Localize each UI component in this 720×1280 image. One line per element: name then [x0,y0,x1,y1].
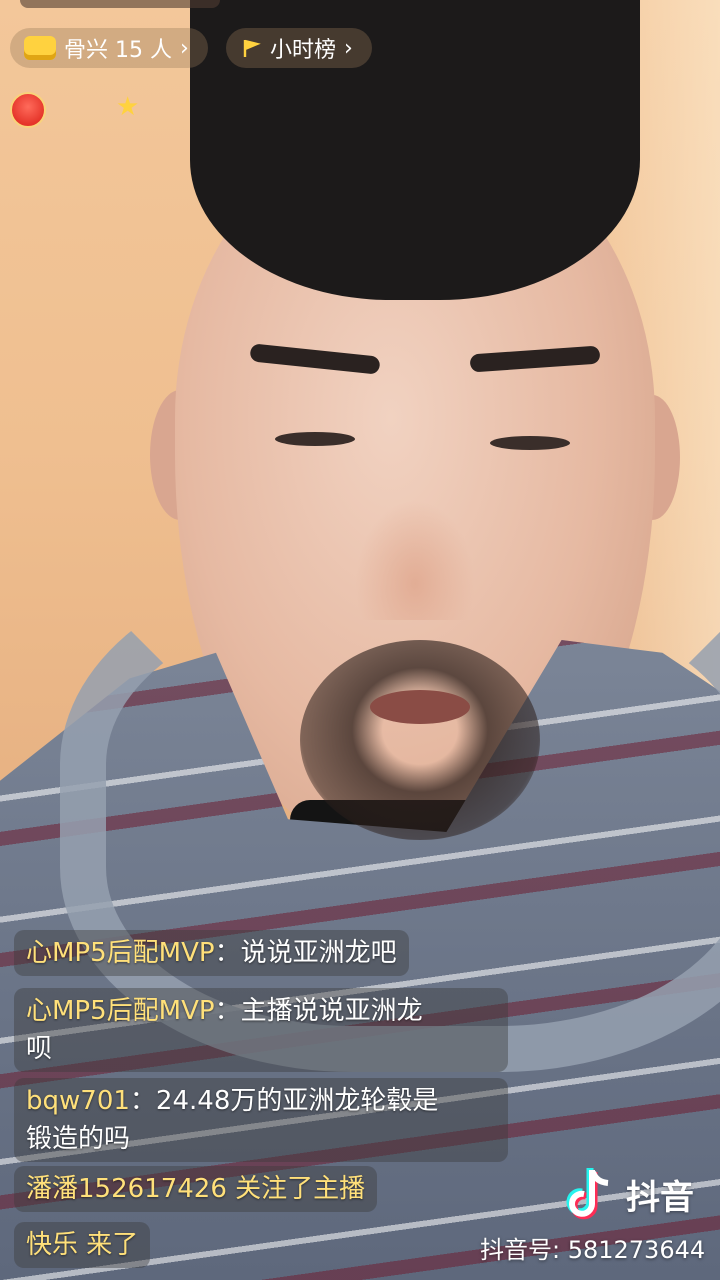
hour-rank-pill[interactable]: 小时榜 › [226,28,372,68]
streamer-eye-right [490,436,570,450]
top-bar-fragment [20,0,220,8]
chat-separator: ： [214,996,241,1026]
chat-text-continued: 呗 [26,1034,53,1064]
chat-text-continued: 锻造的吗 [26,1124,131,1154]
chat-text: 24.48万的亚洲龙轮毂是 [155,1086,439,1116]
fans-club-label: 骨兴 15 人 [64,38,172,63]
fans-club-pill[interactable]: 骨兴 15 人 › [10,28,208,68]
chat-text: 说说亚洲龙吧 [240,938,397,968]
streamer-eye-left [275,432,355,446]
chat-message[interactable]: bqw701：24.48万的亚洲龙轮毂是 锻造的吗 [14,1078,508,1162]
chevron-right-icon: › [179,35,189,61]
streamer-beard [300,640,540,840]
hour-rank-label: 小时榜 [270,38,337,63]
star-icon[interactable]: ★ [116,92,139,122]
douyin-id: 抖音号: 581273644 [480,1236,706,1264]
streamer-mouth [370,690,470,724]
chat-username[interactable]: 心MP5后配MVP [26,938,215,968]
star-blur [148,96,198,116]
chat-separator: ： [129,1086,156,1116]
chat-message[interactable]: 潘潘152617426 关注了主播 [14,1166,378,1212]
chat-message[interactable]: 心MP5后配MVP：主播说说亚洲龙 呗 [14,988,508,1072]
chat-message[interactable]: 心MP5后配MVP：说说亚洲龙吧 [14,930,409,976]
chat-username[interactable]: 心MP5后配MVP [26,996,215,1026]
chat-username[interactable]: 潘潘152617426 [26,1174,227,1204]
level-blur [50,96,90,116]
level-badge-icon[interactable] [10,92,46,128]
douyin-logo: 抖音 [566,1166,694,1222]
chat-text: 主播说说亚洲龙 [240,996,423,1026]
chat-text: 来了 [86,1230,139,1260]
chevron-right-icon: › [344,35,353,61]
chat-text: 关注了主播 [235,1174,366,1204]
chat-separator: ： [214,938,241,968]
crown-icon [24,36,56,60]
chat-message[interactable]: 快乐 来了 [14,1222,151,1268]
douyin-logo-text: 抖音 [626,1177,694,1218]
chat-username[interactable]: bqw701 [26,1086,130,1116]
flag-icon [243,39,261,57]
music-note-icon [566,1168,609,1220]
chat-username[interactable]: 快乐 [26,1230,78,1260]
